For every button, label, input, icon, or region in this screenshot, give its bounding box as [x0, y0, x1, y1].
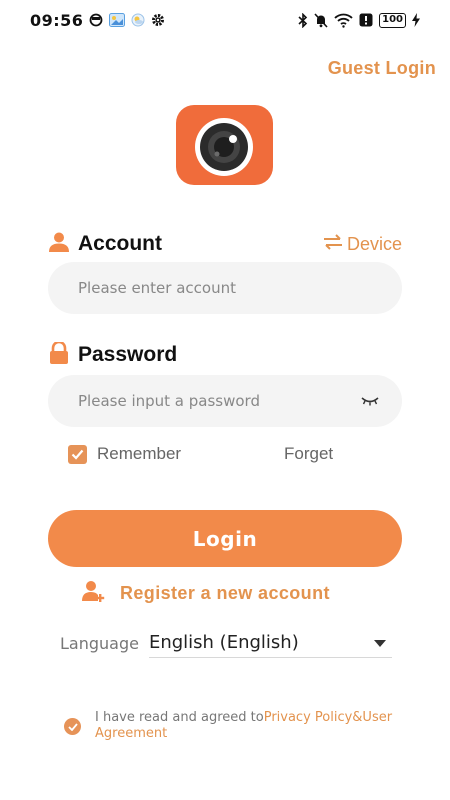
- status-left: 09:56: [30, 11, 165, 30]
- remember-label[interactable]: Remember: [97, 444, 181, 464]
- add-user-icon: [82, 580, 106, 607]
- register-link[interactable]: Register a new account: [82, 580, 330, 607]
- agreement-checkbox[interactable]: [64, 718, 81, 735]
- password-input[interactable]: [78, 392, 360, 410]
- account-input-container: [48, 262, 402, 314]
- status-time: 09:56: [30, 10, 84, 30]
- alert-icon: [359, 13, 373, 27]
- gallery-notification-icon: [109, 13, 126, 27]
- forget-password-link[interactable]: Forget: [284, 444, 333, 464]
- swap-arrows-icon: [323, 233, 343, 255]
- status-right: 100: [298, 12, 420, 28]
- agreement-text: I have read and agreed toPrivacy Policy&…: [95, 710, 414, 742]
- app-logo: [176, 105, 273, 185]
- remember-row: Remember Forget: [68, 442, 368, 466]
- bell-muted-icon: [314, 12, 328, 28]
- login-button[interactable]: Login: [48, 510, 402, 567]
- language-label: Language: [60, 633, 139, 653]
- agreement-row: I have read and agreed toPrivacy Policy&…: [64, 710, 414, 742]
- account-input[interactable]: [78, 279, 380, 297]
- password-label: Password: [78, 343, 178, 366]
- password-header: Password: [48, 340, 402, 369]
- lock-icon: [48, 340, 70, 369]
- account-header: Account Device: [48, 230, 402, 258]
- language-select[interactable]: English (English): [148, 628, 392, 658]
- battery-icon: 100: [379, 12, 406, 28]
- password-input-container: [48, 375, 402, 427]
- checkmark-icon: [67, 722, 78, 731]
- guest-login-link[interactable]: Guest Login: [328, 58, 436, 79]
- device-login-link[interactable]: Device: [323, 234, 402, 255]
- language-row: Language English (English): [60, 628, 392, 658]
- person-icon: [48, 232, 70, 257]
- status-bar: 09:56 100: [0, 0, 450, 40]
- wifi-icon: [334, 13, 353, 28]
- agreement-prefix: I have read and agreed to: [95, 710, 264, 725]
- account-label: Account: [78, 232, 162, 255]
- language-selected-value: English (English): [148, 632, 299, 653]
- eye-closed-icon[interactable]: [360, 396, 380, 406]
- remember-checkbox[interactable]: [68, 444, 87, 464]
- bluetooth-icon: [298, 12, 308, 28]
- caret-down-icon: [374, 634, 386, 652]
- settings-gear-icon: [151, 13, 165, 27]
- camera-lens-icon: [194, 118, 253, 176]
- device-link-label: Device: [346, 233, 402, 254]
- weather-notification-icon: [131, 13, 145, 27]
- app-notification-icon: [89, 13, 103, 27]
- charging-bolt-icon: [412, 13, 420, 27]
- register-label: Register a new account: [120, 583, 330, 603]
- checkmark-icon: [71, 449, 84, 460]
